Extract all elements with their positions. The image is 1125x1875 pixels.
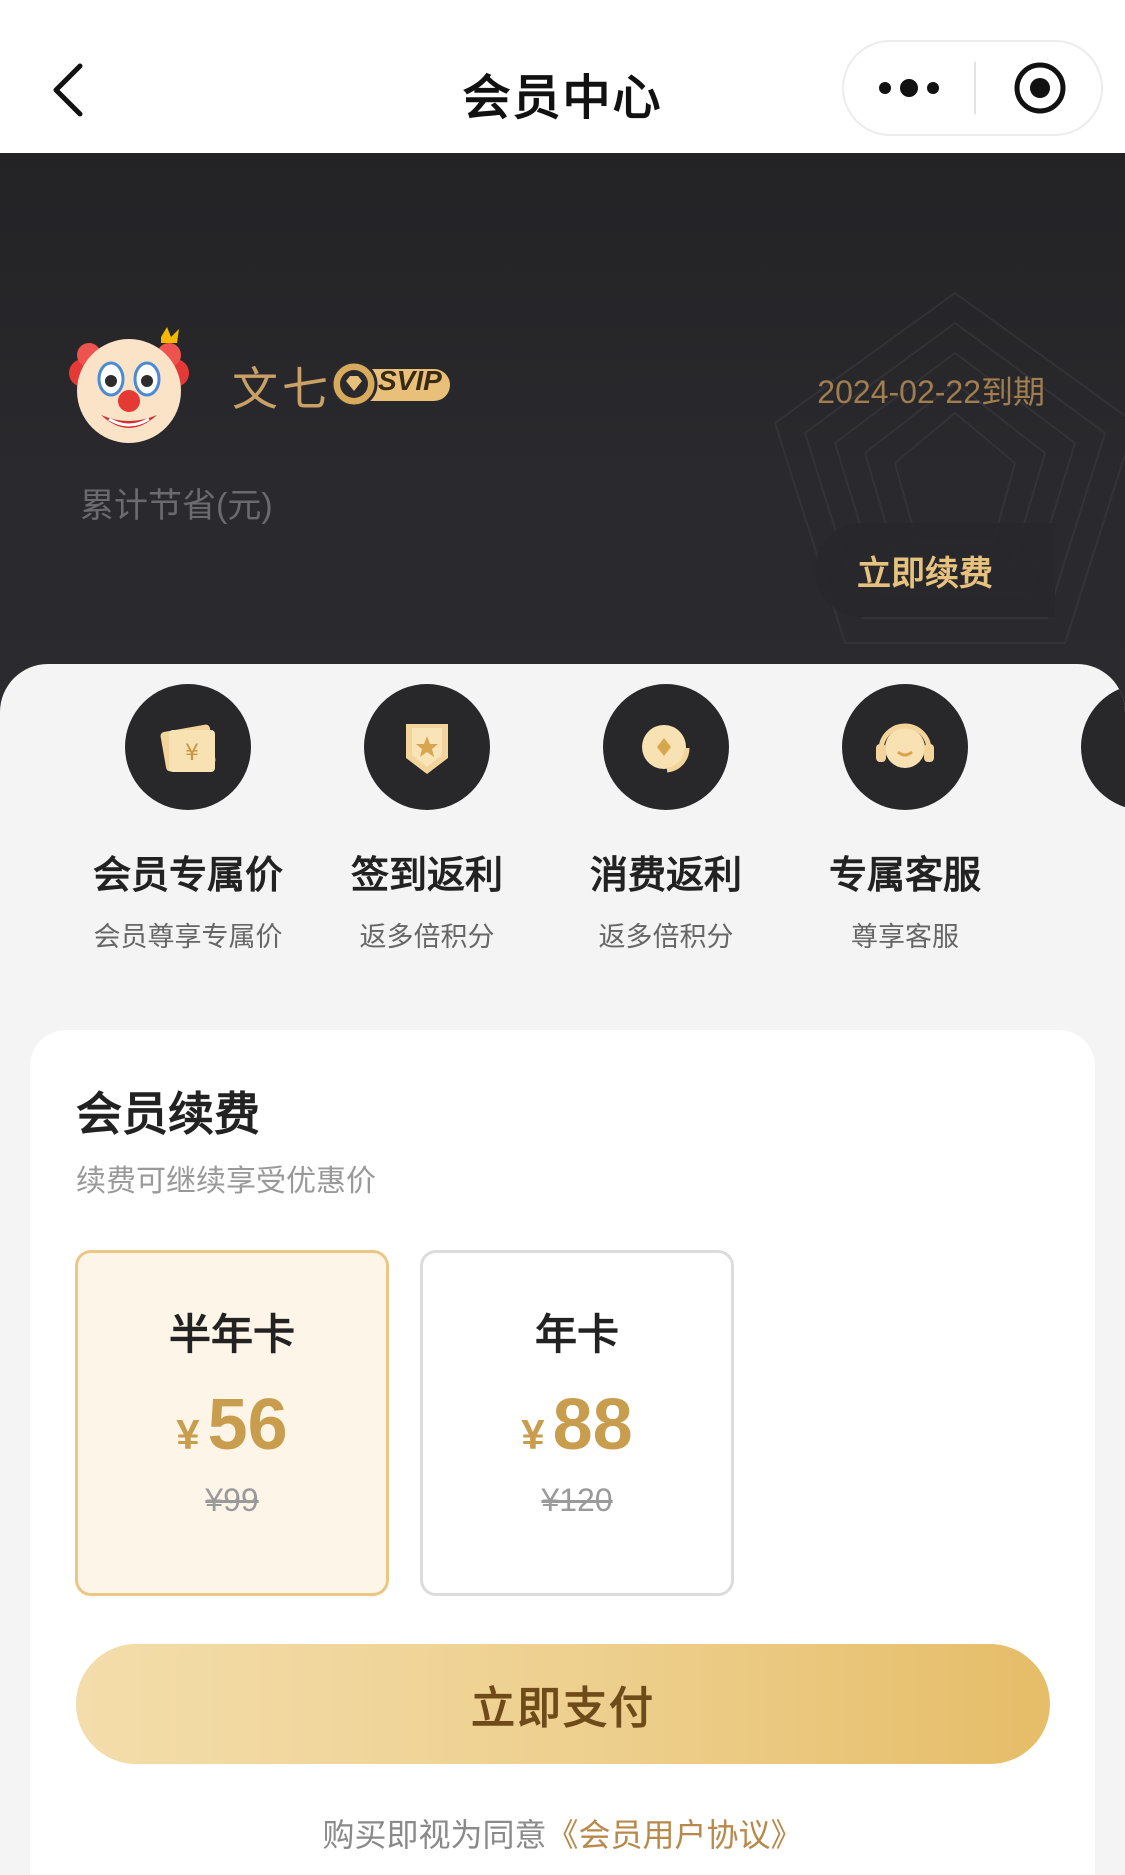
shield-star-icon xyxy=(364,684,490,810)
benefit-item-customer-service[interactable]: 专属客服 尊享客服 xyxy=(795,684,1015,954)
plan-name: 年卡 xyxy=(534,1311,619,1358)
agreement-prefix: 购买即视为同意 xyxy=(322,1817,547,1853)
username: 文七 xyxy=(232,363,332,415)
renewal-card: 会员续费 续费可继续享受优惠价 半年卡 ¥ 56 ¥99 年卡 ¥ 88 ¥12… xyxy=(30,1030,1095,1875)
total-saved-label: 累计节省(元) xyxy=(80,487,273,525)
benefit-subtitle: 返多倍积分 xyxy=(598,922,734,952)
benefit-subtitle: 续 xyxy=(1034,915,1125,954)
benefit-item-member-price[interactable]: ¥ 会员专属价 会员尊享专属价 xyxy=(78,684,298,954)
svip-label: SVIP xyxy=(378,365,442,396)
original-price: ¥120 xyxy=(541,1482,613,1518)
plan-option-half-year[interactable]: 半年卡 ¥ 56 ¥99 xyxy=(75,1250,389,1596)
benefit-item-partial[interactable]: 续 续 xyxy=(1034,684,1125,954)
benefit-subtitle: 返多倍积分 xyxy=(359,922,495,952)
renew-now-button[interactable]: 立即续费 xyxy=(815,523,1055,617)
envelope-yuan-icon: ¥ xyxy=(125,684,251,810)
plan-price: ¥ 88 xyxy=(423,1384,731,1468)
avatar[interactable] xyxy=(65,323,193,451)
mini-program-capsule xyxy=(842,40,1103,136)
member-header: 文七 SVIP 2024-02-22到期 累计节省(元) 立即续费 xyxy=(0,153,1125,713)
expire-date: 2024-02-22到期 xyxy=(817,374,1045,410)
plan-price: ¥ 56 xyxy=(78,1384,386,1468)
currency-symbol: ¥ xyxy=(521,1411,545,1458)
plan-name: 半年卡 xyxy=(168,1311,295,1358)
svg-text:¥: ¥ xyxy=(185,741,199,766)
more-dots-icon xyxy=(879,79,939,97)
renewal-title: 会员续费 xyxy=(76,1088,260,1140)
close-button[interactable] xyxy=(976,42,1103,134)
benefit-title: 消费返利 xyxy=(589,855,742,897)
renewal-subtitle: 续费可继续享受优惠价 xyxy=(76,1165,376,1198)
benefit-title: 续 xyxy=(1034,844,1125,899)
agreement-text: 购买即视为同意《会员用户协议》 xyxy=(30,1810,1095,1856)
clown-face-avatar xyxy=(69,327,189,443)
target-close-icon xyxy=(1014,62,1065,114)
plan-option-annual[interactable]: 年卡 ¥ 88 ¥120 xyxy=(420,1250,734,1596)
pay-now-button[interactable]: 立即支付 xyxy=(76,1644,1050,1764)
benefit-title: 签到返利 xyxy=(350,855,503,897)
benefit-subtitle: 尊享客服 xyxy=(851,922,959,952)
top-navigation-bar: 会员中心 xyxy=(0,0,1125,153)
more-button[interactable] xyxy=(844,42,974,134)
svip-badge: SVIP xyxy=(330,359,452,409)
benefit-subtitle: 会员尊享专属价 xyxy=(93,922,283,952)
price-value: 88 xyxy=(552,1385,633,1465)
decorative-pattern xyxy=(773,291,1125,644)
headset-icon xyxy=(842,684,968,810)
currency-symbol: ¥ xyxy=(176,1411,200,1458)
benefit-title: 会员专属价 xyxy=(92,855,283,897)
agreement-link[interactable]: 《会员用户协议》 xyxy=(547,1817,803,1853)
benefit-item-checkin-rebate[interactable]: 签到返利 返多倍积分 xyxy=(317,684,537,954)
benefit-item-consumption-rebate[interactable]: 消费返利 返多倍积分 xyxy=(556,684,776,954)
benefits-section: ¥ 会员专属价 会员尊享专属价 签到返利 返多倍积分 消费返利 返多倍积分 专属… xyxy=(0,664,1125,1004)
coin-cycle-icon xyxy=(603,684,729,810)
original-price: ¥99 xyxy=(205,1482,259,1518)
partial-icon xyxy=(1081,684,1125,810)
benefit-title: 专属客服 xyxy=(828,855,981,897)
price-value: 56 xyxy=(207,1385,288,1465)
